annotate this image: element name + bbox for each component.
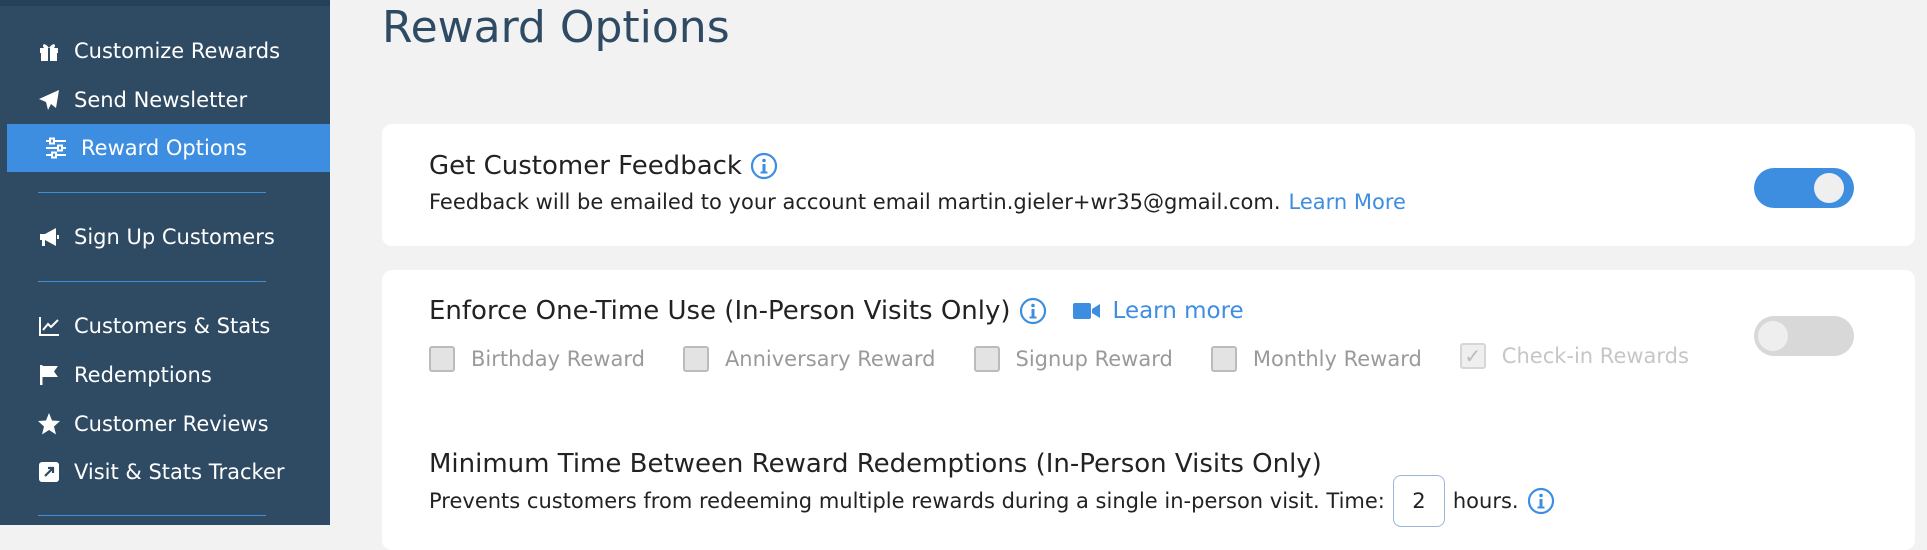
sidebar-item-label: Reward Options (81, 136, 247, 160)
sliders-icon (41, 136, 71, 160)
flag-icon (34, 363, 64, 387)
checkbox-label: Anniversary Reward (724, 347, 936, 371)
sidebar-item-customers-stats[interactable]: Customers & Stats (0, 302, 330, 350)
checkbox-label: Signup Reward (1015, 347, 1173, 371)
sidebar-item-label: Send Newsletter (74, 88, 248, 112)
reward-type-checkboxes: Birthday Reward Anniversary Reward Signu… (429, 343, 1727, 372)
one-time-heading: Enforce One-Time Use (In-Person Visits O… (429, 296, 1244, 326)
birthday-reward-option[interactable]: Birthday Reward (429, 346, 645, 372)
info-icon[interactable] (1019, 297, 1047, 325)
sidebar-divider (38, 192, 266, 193)
sidebar-item-label: Customer Reviews (74, 412, 269, 436)
page-title: Reward Options (382, 2, 730, 53)
line-chart-icon (34, 314, 64, 338)
sidebar-item-reward-options[interactable]: Reward Options (0, 124, 330, 172)
sidebar-item-send-newsletter[interactable]: Send Newsletter (0, 76, 330, 124)
min-time-description: Prevents customers from redeeming multip… (429, 475, 1555, 527)
one-time-learn-more-link[interactable]: Learn more (1113, 298, 1244, 324)
feedback-description: Feedback will be emailed to your account… (429, 190, 1406, 214)
sidebar-divider (38, 515, 266, 516)
sidebar-item-redemptions[interactable]: Redemptions (0, 351, 330, 399)
feedback-description-text: Feedback will be emailed to your account… (429, 190, 1281, 214)
sidebar-item-customize-rewards[interactable]: Customize Rewards (0, 27, 330, 75)
monthly-reward-option[interactable]: Monthly Reward (1210, 346, 1422, 372)
one-time-use-card: Enforce One-Time Use (In-Person Visits O… (382, 270, 1915, 550)
star-icon (34, 412, 64, 436)
gift-icon (34, 39, 64, 63)
anniversary-reward-option[interactable]: Anniversary Reward (682, 346, 936, 372)
paper-plane-icon (34, 88, 64, 112)
checkbox-label: Monthly Reward (1252, 347, 1422, 371)
hours-unit-label: hours. (1452, 489, 1519, 513)
sidebar-item-label: Visit & Stats Tracker (74, 460, 285, 484)
birthday-reward-checkbox[interactable] (429, 346, 455, 372)
signup-reward-checkbox[interactable] (973, 346, 1000, 372)
check-in-rewards-checkbox[interactable]: ✓ (1459, 343, 1486, 369)
check-in-rewards-option[interactable]: ✓ Check-in Rewards (1459, 343, 1689, 369)
monthly-reward-checkbox[interactable] (1210, 346, 1237, 372)
megaphone-icon (34, 225, 64, 249)
hours-input[interactable] (1392, 475, 1445, 527)
sidebar-item-customer-reviews[interactable]: Customer Reviews (0, 400, 330, 448)
external-link-icon (34, 460, 64, 484)
sidebar-item-sign-up-customers[interactable]: Sign Up Customers (0, 213, 330, 261)
checkbox-label: Birthday Reward (471, 347, 645, 371)
toggle-knob (1814, 173, 1844, 203)
feedback-heading: Get Customer Feedback (429, 151, 778, 181)
sidebar-item-visit-stats-tracker[interactable]: Visit & Stats Tracker (0, 448, 330, 496)
sidebar-top-edge (0, 0, 330, 6)
signup-reward-option[interactable]: Signup Reward (973, 346, 1173, 372)
feedback-card: Get Customer Feedback Feedback will be e… (382, 124, 1915, 246)
feedback-heading-text: Get Customer Feedback (429, 151, 742, 181)
feedback-learn-more-link[interactable]: Learn More (1289, 190, 1406, 214)
sidebar-item-label: Sign Up Customers (74, 225, 275, 249)
checkbox-label: Check-in Rewards (1501, 344, 1689, 368)
sidebar-item-label: Customize Rewards (74, 39, 281, 63)
feedback-toggle[interactable] (1754, 168, 1854, 208)
info-icon[interactable] (750, 152, 778, 180)
min-time-description-text: Prevents customers from redeeming multip… (429, 489, 1385, 513)
one-time-heading-text: Enforce One-Time Use (In-Person Visits O… (429, 296, 1011, 326)
sidebar-item-label: Customers & Stats (74, 314, 271, 338)
sidebar: Customize Rewards Send Newsletter Reward… (0, 0, 330, 525)
sidebar-divider (38, 281, 266, 282)
one-time-toggle[interactable] (1754, 316, 1854, 356)
anniversary-reward-checkbox[interactable] (682, 346, 709, 372)
checkmark-icon: ✓ (1464, 344, 1482, 368)
sidebar-item-label: Redemptions (74, 363, 212, 387)
info-icon[interactable] (1527, 487, 1555, 515)
video-camera-icon[interactable] (1072, 301, 1101, 321)
toggle-knob (1758, 321, 1788, 351)
